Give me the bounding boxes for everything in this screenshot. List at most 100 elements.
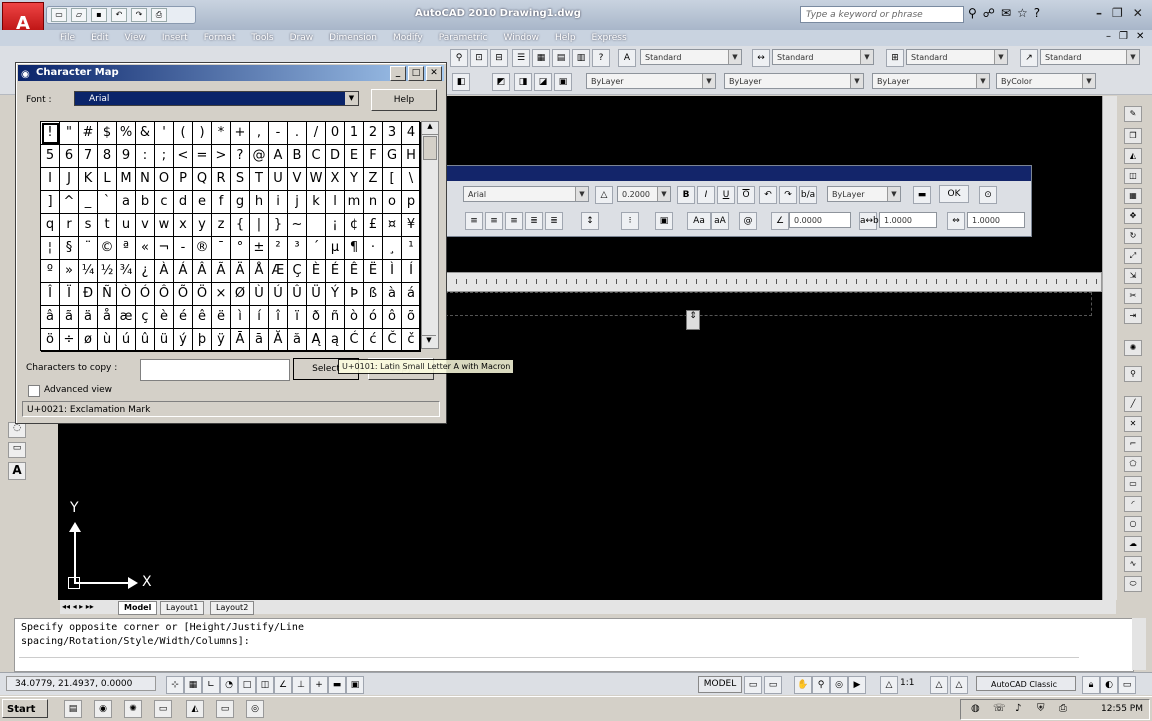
- zoom-previous-icon[interactable]: ⊟: [490, 49, 508, 67]
- character-cell[interactable]: ·: [364, 237, 383, 260]
- restore-icon[interactable]: ❐: [1112, 6, 1123, 20]
- character-cell[interactable]: }: [269, 214, 288, 237]
- color-select[interactable]: ByLayer ▼: [586, 73, 716, 89]
- multiline-text-icon[interactable]: A: [8, 462, 26, 480]
- character-cell[interactable]: +: [231, 122, 250, 145]
- character-cell[interactable]: Č: [383, 329, 402, 352]
- character-cell[interactable]: j: [288, 191, 307, 214]
- mirror-icon[interactable]: ◭: [1124, 148, 1142, 164]
- character-cell[interactable]: m: [345, 191, 364, 214]
- object-snap-tracking-icon[interactable]: ∠: [274, 676, 292, 694]
- subscription-icon[interactable]: ☍: [983, 6, 995, 20]
- character-cell[interactable]: Ù: [250, 283, 269, 306]
- character-cell[interactable]: w: [155, 214, 174, 237]
- explode-icon[interactable]: ✺: [1124, 340, 1142, 356]
- mleader-style-select[interactable]: Standard ▼: [1040, 49, 1140, 65]
- make-current-icon[interactable]: ◨: [514, 73, 532, 91]
- coordinate-display[interactable]: 34.0779, 21.4937, 0.0000: [6, 676, 156, 691]
- character-cell[interactable]: 5: [41, 145, 60, 168]
- favorites-icon[interactable]: ☆: [1017, 6, 1028, 20]
- character-cell[interactable]: :: [136, 145, 155, 168]
- character-cell[interactable]: ×: [212, 283, 231, 306]
- character-cell[interactable]: !: [41, 122, 60, 145]
- charmap-close-icon[interactable]: ✕: [426, 66, 442, 81]
- width-factor-input[interactable]: 1.0000: [967, 212, 1025, 228]
- character-cell[interactable]: M: [117, 168, 136, 191]
- character-cell[interactable]: W: [307, 168, 326, 191]
- align-left-icon[interactable]: ≡: [465, 212, 483, 230]
- zoom-window-icon[interactable]: ⊡: [470, 49, 488, 67]
- character-cell[interactable]: Z: [364, 168, 383, 191]
- character-cell[interactable]: É: [326, 260, 345, 283]
- ortho-mode-icon[interactable]: ∟: [202, 676, 220, 694]
- menu-dimension[interactable]: Dimension: [321, 33, 385, 43]
- revcloud-icon[interactable]: ☁: [1124, 536, 1142, 552]
- command-scrollbar[interactable]: [1132, 618, 1146, 670]
- open-icon[interactable]: ▱: [71, 8, 87, 22]
- undo-text-icon[interactable]: ↶: [759, 186, 777, 204]
- help-icon[interactable]: ?: [1034, 6, 1040, 20]
- start-button[interactable]: Start: [2, 699, 48, 718]
- character-cell[interactable]: Ë: [364, 260, 383, 283]
- character-cell[interactable]: x: [174, 214, 193, 237]
- character-cell[interactable]: 8: [98, 145, 117, 168]
- table-style-select[interactable]: Standard ▼: [906, 49, 1008, 65]
- character-cell[interactable]: /: [307, 122, 326, 145]
- scroll-thumb[interactable]: [423, 136, 437, 160]
- character-cell[interactable]: K: [79, 168, 98, 191]
- charmap-minimize-icon[interactable]: _: [390, 66, 406, 81]
- character-cell[interactable]: B: [288, 145, 307, 168]
- character-cell[interactable]: ú: [117, 329, 136, 352]
- character-cell[interactable]: V: [288, 168, 307, 191]
- help-toolbar-icon[interactable]: ?: [592, 49, 610, 67]
- array-icon[interactable]: ▦: [1124, 188, 1142, 204]
- linetype-select[interactable]: ByLayer ▼: [724, 73, 864, 89]
- character-cell[interactable]: Ă: [269, 329, 288, 352]
- character-cell[interactable]: ä: [79, 306, 98, 329]
- ellipse-icon[interactable]: ⬭: [1124, 576, 1142, 592]
- layer-properties-icon[interactable]: ▣: [554, 73, 572, 91]
- mtext-ruler[interactable]: [445, 272, 1102, 292]
- character-cell[interactable]: 1: [345, 122, 364, 145]
- character-cell[interactable]: D: [326, 145, 345, 168]
- character-cell[interactable]: á: [402, 283, 421, 306]
- align-right-icon[interactable]: ≡: [505, 212, 523, 230]
- character-cell[interactable]: Ï: [60, 283, 79, 306]
- new-icon[interactable]: ▭: [51, 8, 67, 22]
- trim-icon[interactable]: ✂: [1124, 288, 1142, 304]
- character-cell[interactable]: ': [155, 122, 174, 145]
- printer-icon[interactable]: ⎙: [1059, 703, 1067, 714]
- character-cell[interactable]: Ö: [193, 283, 212, 306]
- character-cell[interactable]: ,: [250, 122, 269, 145]
- plot-style-select[interactable]: ByColor ▼: [996, 73, 1096, 89]
- character-cell[interactable]: ¯: [212, 237, 231, 260]
- spline-icon[interactable]: ∿: [1124, 556, 1142, 572]
- character-cell[interactable]: I: [41, 168, 60, 191]
- character-cell[interactable]: h: [250, 191, 269, 214]
- design-center-icon[interactable]: ▦: [532, 49, 550, 67]
- shield-icon[interactable]: ⛨: [1037, 703, 1045, 714]
- character-cell[interactable]: Û: [288, 283, 307, 306]
- dynamic-input-icon[interactable]: +: [310, 676, 328, 694]
- scale-icon[interactable]: ⤢: [1124, 248, 1142, 264]
- character-cell[interactable]: &: [136, 122, 155, 145]
- character-cell[interactable]: ò: [345, 306, 364, 329]
- model-space-button[interactable]: MODEL: [698, 676, 742, 693]
- tool-palettes-icon[interactable]: ▤: [552, 49, 570, 67]
- character-cell[interactable]: £: [364, 214, 383, 237]
- media-icon[interactable]: ✺: [124, 700, 142, 718]
- character-cell[interactable]: A: [269, 145, 288, 168]
- quick-properties-icon[interactable]: ▣: [346, 676, 364, 694]
- character-cell[interactable]: ñ: [326, 306, 345, 329]
- lock-icon[interactable]: 🔒︎: [1082, 676, 1100, 694]
- workspace-switch[interactable]: AutoCAD Classic: [976, 676, 1076, 691]
- menu-edit[interactable]: Edit: [83, 33, 116, 43]
- character-cell[interactable]: ô: [383, 306, 402, 329]
- character-cell[interactable]: æ: [117, 306, 136, 329]
- character-cell[interactable]: È: [307, 260, 326, 283]
- text-height-select[interactable]: 0.2000 ▼: [617, 186, 671, 202]
- character-cell[interactable]: %: [117, 122, 136, 145]
- drawing-minimize-icon[interactable]: –: [1106, 31, 1111, 42]
- character-cell[interactable]: ¢: [345, 214, 364, 237]
- character-cell[interactable]: Ć: [345, 329, 364, 352]
